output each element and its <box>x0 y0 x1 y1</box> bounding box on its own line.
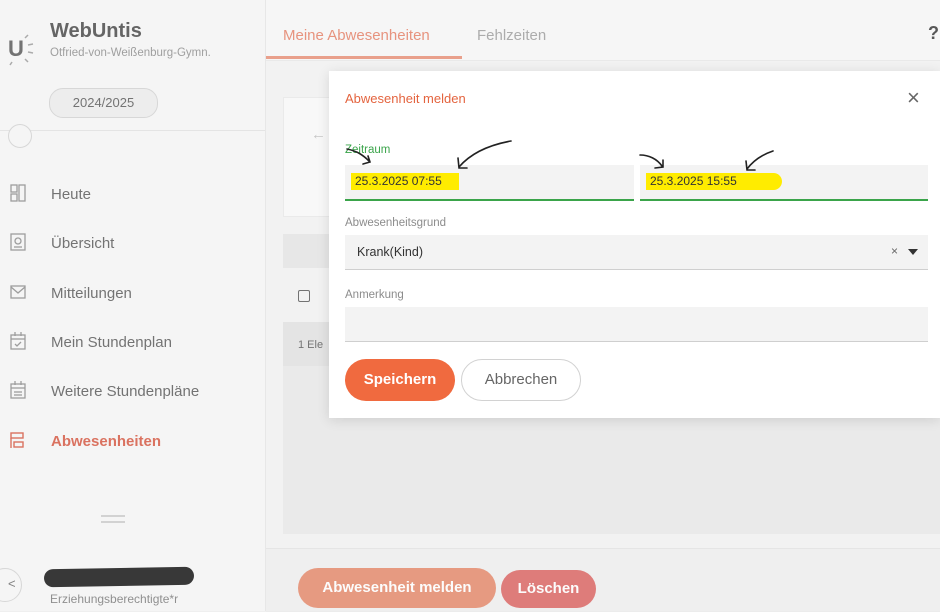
note-label: Anmerkung <box>345 289 404 301</box>
note-input[interactable] <box>345 307 928 342</box>
reason-label: Abwesenheitsgrund <box>345 217 447 229</box>
end-datetime-field[interactable]: 25.3.2025 15:55 <box>640 165 928 201</box>
reason-value: Krank(Kind) <box>357 245 423 259</box>
close-icon[interactable]: × <box>907 87 920 109</box>
zeitraum-label: Zeitraum <box>345 144 391 156</box>
report-absence-dialog: Abwesenheit melden × Zeitraum 25.3.2025 … <box>329 71 940 418</box>
dialog-title: Abwesenheit melden <box>345 91 466 106</box>
save-button[interactable]: Speichern <box>345 359 455 401</box>
reason-select[interactable]: Krank(Kind) × <box>345 235 928 270</box>
end-datetime-value: 25.3.2025 15:55 <box>646 173 782 190</box>
start-datetime-value: 25.3.2025 07:55 <box>351 173 459 190</box>
cancel-button[interactable]: Abbrechen <box>461 359 581 401</box>
start-datetime-field[interactable]: 25.3.2025 07:55 <box>345 165 634 201</box>
clear-icon[interactable]: × <box>891 244 898 258</box>
caret-down-icon[interactable] <box>908 249 918 255</box>
